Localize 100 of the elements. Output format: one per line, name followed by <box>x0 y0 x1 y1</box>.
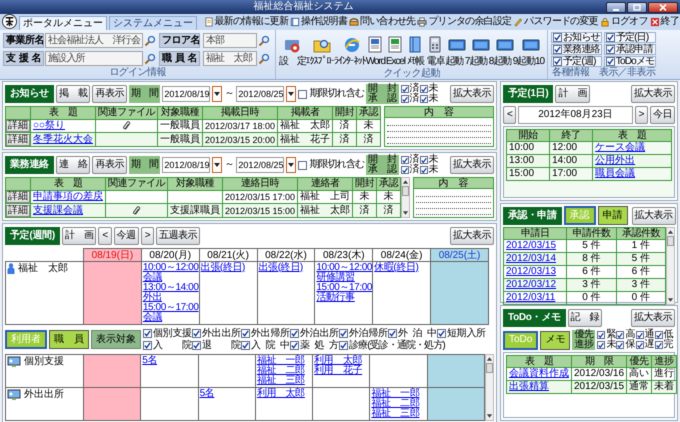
text-field[interactable]: 福祉 太郎 <box>203 51 258 66</box>
next-button[interactable]: > <box>140 227 154 245</box>
schedule-link[interactable]: 10:00～12:00 <box>142 263 198 273</box>
checkbox[interactable] <box>400 85 409 93</box>
five-weeks-button[interactable]: 五週表示 <box>156 227 200 245</box>
checkbox[interactable] <box>388 329 397 338</box>
launch-button[interactable]: ﾒﾓ帳 <box>405 32 426 68</box>
scroll-thumb[interactable] <box>402 186 410 196</box>
menu-tab[interactable]: ポータルメニュー <box>19 16 107 30</box>
checkbox[interactable] <box>552 57 562 66</box>
checkbox[interactable] <box>552 45 562 54</box>
checkbox[interactable] <box>420 95 428 103</box>
menu-tab[interactable]: システムメニュー <box>109 16 197 30</box>
refresh-button[interactable]: 再表示 <box>92 156 127 174</box>
checkbox[interactable] <box>290 329 299 338</box>
checkbox[interactable] <box>339 329 348 338</box>
toggle-button[interactable]: 職 員 <box>49 330 89 349</box>
launch-button[interactable]: Word <box>365 32 386 68</box>
close-button[interactable] <box>648 2 678 12</box>
expand-button[interactable]: 拡大表示 <box>450 227 494 245</box>
previous-button[interactable]: < <box>503 106 516 124</box>
launch-button[interactable]: ｲﾝﾀｰﾈｯﾄ <box>338 32 366 68</box>
schedule-link[interactable]: 会議 <box>142 273 198 283</box>
schedule-link[interactable]: 活動行事 <box>316 293 372 303</box>
down-arrow-icon[interactable] <box>486 413 493 419</box>
detail-button[interactable]: 詳細 <box>6 204 30 217</box>
checkbox[interactable] <box>616 331 624 339</box>
checkbox[interactable] <box>143 329 152 338</box>
schedule-link[interactable]: 5名 <box>142 356 197 366</box>
schedule-link[interactable]: 福祉 三郎 <box>371 409 426 419</box>
schedule-link[interactable]: 福祉 一郎 <box>371 389 426 399</box>
previous-button[interactable]: < <box>98 227 112 245</box>
plan-button[interactable]: 計 画 <box>62 227 96 245</box>
schedule-link[interactable]: 外出 <box>142 293 198 303</box>
launch-button[interactable]: ｴｸｽﾌﾟﾛｰﾗ <box>306 32 338 68</box>
checkbox[interactable] <box>143 341 152 350</box>
launch-button[interactable]: 電卓 <box>425 32 446 68</box>
expand-button[interactable]: 拡大表示 <box>632 206 676 224</box>
date-field[interactable]: 2012/08/19 <box>162 157 210 173</box>
toolbar-link[interactable]: パスワードの変更 <box>512 15 599 29</box>
toggle-button[interactable]: メモ <box>540 330 570 350</box>
text-field[interactable]: 本部 <box>203 33 258 48</box>
schedule-link[interactable]: 福祉 二郎 <box>371 399 426 409</box>
scrollbar[interactable] <box>666 227 675 305</box>
schedule-link[interactable]: 利用 花子 <box>314 366 368 376</box>
today-button[interactable]: 今日 <box>650 106 675 124</box>
dropdown-button[interactable] <box>212 157 222 173</box>
launch-button[interactable]: Excel <box>385 32 406 68</box>
toolbar-link[interactable]: 終了 <box>648 15 680 29</box>
scroll-thumb[interactable] <box>486 363 493 373</box>
dropdown-button[interactable] <box>286 157 296 173</box>
checkbox[interactable] <box>298 90 308 98</box>
checkbox[interactable] <box>552 33 562 42</box>
schedule-link[interactable]: 利用 太郎 <box>256 389 312 399</box>
schedule-link[interactable]: 15:00～17:00 <box>316 283 372 293</box>
schedule-link[interactable]: 10:00～12:00 <box>316 263 372 273</box>
toolbar-link[interactable]: プリンタの余白設定 <box>416 15 512 29</box>
schedule-link[interactable]: 5名 <box>200 389 254 399</box>
checkbox[interactable] <box>606 33 615 42</box>
up-arrow-icon[interactable] <box>667 229 674 235</box>
schedule-link[interactable]: 出張(終日) <box>258 263 314 273</box>
checkbox[interactable] <box>420 156 428 164</box>
detail-button[interactable]: 詳細 <box>6 190 30 203</box>
checkbox[interactable] <box>597 331 606 339</box>
record-button[interactable]: 記 録 <box>568 309 602 327</box>
expand-button[interactable]: 拡大表示 <box>450 85 494 103</box>
date-field[interactable]: 2012/08/25 <box>236 86 284 102</box>
toolbar-link[interactable]: 最新の情報に更新 <box>202 15 290 29</box>
launch-button[interactable]: 設 定 <box>279 32 306 68</box>
text-field[interactable]: 施設入所 <box>45 51 144 66</box>
post-button[interactable]: 連 絡 <box>56 156 90 174</box>
launch-button[interactable]: 起動 9 <box>493 32 518 68</box>
schedule-link[interactable]: 研修講習 <box>316 273 372 283</box>
checkbox[interactable] <box>290 341 299 350</box>
checkbox[interactable] <box>400 95 409 103</box>
this-week-button[interactable]: 今週 <box>114 227 139 245</box>
checkbox[interactable] <box>606 45 615 54</box>
date-field[interactable]: 2012/08/19 <box>162 86 210 102</box>
next-button[interactable]: > <box>634 106 648 124</box>
toolbar-link[interactable]: 操作説明書 <box>289 15 348 29</box>
expand-button[interactable]: 拡大表示 <box>631 309 675 327</box>
schedule-link[interactable]: 利用 太郎 <box>314 356 368 366</box>
checkbox[interactable] <box>636 331 644 339</box>
post-button[interactable]: 掲 載 <box>56 85 90 103</box>
checkbox[interactable] <box>597 341 606 349</box>
toggle-button[interactable]: 申請 <box>598 206 628 225</box>
schedule-link[interactable]: 福祉 三郎 <box>256 376 312 386</box>
toolbar-link[interactable]: ログオフ <box>598 15 649 29</box>
schedule-link[interactable]: 会議 <box>142 313 198 323</box>
schedule-link[interactable]: 福祉 二郎 <box>256 366 312 376</box>
text-field[interactable]: 社会福祉法人 洋行会 <box>45 33 144 48</box>
launch-button[interactable]: 起動 7 <box>445 32 470 68</box>
scrollbar[interactable] <box>485 354 494 421</box>
detail-button[interactable]: 詳細 <box>6 120 30 132</box>
checkbox[interactable] <box>192 341 201 350</box>
checkbox[interactable] <box>420 166 428 174</box>
checkbox[interactable] <box>241 329 250 338</box>
checkbox[interactable] <box>241 341 250 350</box>
toolbar-link[interactable]: 問い合わせ先 <box>348 15 416 29</box>
down-arrow-icon[interactable] <box>667 297 674 303</box>
